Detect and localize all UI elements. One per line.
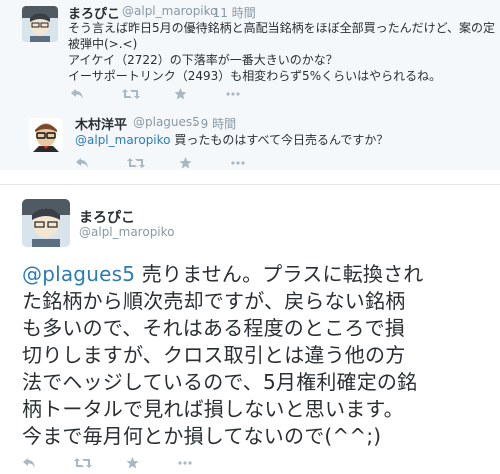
favorite-icon[interactable] xyxy=(179,156,231,170)
tweet-text-line: も多いので、それはある程度のところで損 xyxy=(22,316,405,340)
tweet-actions xyxy=(22,456,230,470)
tweet-text-line: 今まで毎月何とか損してないので(^^;) xyxy=(22,424,382,448)
mention-link[interactable]: @plagues5 xyxy=(22,262,135,286)
tweet-text-line: そう言えば昨日5月の優待銘柄と高配当銘柄をほぼ全部買ったんだけど、案の定 xyxy=(68,21,496,35)
tweet-text-line: イーサポートリンク（2493）も相変わらず5%くらいはやられるね。 xyxy=(68,69,442,83)
tweet-actions xyxy=(75,156,283,170)
favorite-icon[interactable] xyxy=(174,87,226,101)
permalink-tweet: まろぴこ @alpl_maropiko @plagues5 売りません。プラスに… xyxy=(0,185,500,474)
favorite-icon[interactable] xyxy=(126,456,178,470)
tweet-text-line: た銘柄から順次売却ですが、戻らない銘柄 xyxy=(22,289,406,313)
user-handle[interactable]: @alpl_maropiko xyxy=(122,4,218,18)
reply-icon[interactable] xyxy=(70,87,122,101)
more-icon[interactable] xyxy=(231,156,283,170)
tweet-text-line: 法でヘッジしているので、5月権利確定の銘 xyxy=(22,370,418,394)
tweet-text-line: @plagues5 売りません。プラスに転換され xyxy=(22,258,424,287)
display-name[interactable]: まろぴこ xyxy=(79,207,135,227)
tweet-text-body: 買ったものはすべて今日売るんですか？ xyxy=(170,133,389,147)
more-icon[interactable] xyxy=(226,87,278,101)
retweet-icon[interactable] xyxy=(122,87,174,101)
tweet-text-line: 柄トータルで見れば損しないと思います。 xyxy=(22,397,404,421)
avatar[interactable] xyxy=(29,118,63,152)
retweet-icon[interactable] xyxy=(127,156,179,170)
tweet-text-line: 切りしますが、クロス取引とは違う他の方 xyxy=(22,343,406,367)
tweet-text-line: アイケイ（2722）の下落率が一番大きいのかな？ xyxy=(68,53,338,67)
reply-icon[interactable] xyxy=(75,156,127,170)
more-icon[interactable] xyxy=(178,456,230,470)
tweet-actions xyxy=(70,87,278,101)
tweet-text-line: 被弾中(>.<) xyxy=(68,37,138,51)
retweet-icon[interactable] xyxy=(74,456,126,470)
tweet-text-body: 売りません。プラスに転換され xyxy=(135,262,424,286)
timestamp[interactable]: · 9 時間 xyxy=(193,115,236,132)
avatar[interactable] xyxy=(22,199,70,247)
mention-link[interactable]: @alpl_maropiko xyxy=(75,133,171,147)
tweet-item[interactable]: まろぴこ @alpl_maropiko · 11 時間 そう言えば昨日5月の優待… xyxy=(0,0,500,109)
tweet-text: @alpl_maropiko 買ったものはすべて今日売るんですか？ xyxy=(75,131,388,148)
reply-icon[interactable] xyxy=(22,456,74,470)
avatar[interactable] xyxy=(22,6,58,42)
user-handle[interactable]: @alpl_maropiko xyxy=(79,225,175,239)
user-handle[interactable]: @plagues5 xyxy=(133,115,200,129)
divider xyxy=(0,170,500,184)
